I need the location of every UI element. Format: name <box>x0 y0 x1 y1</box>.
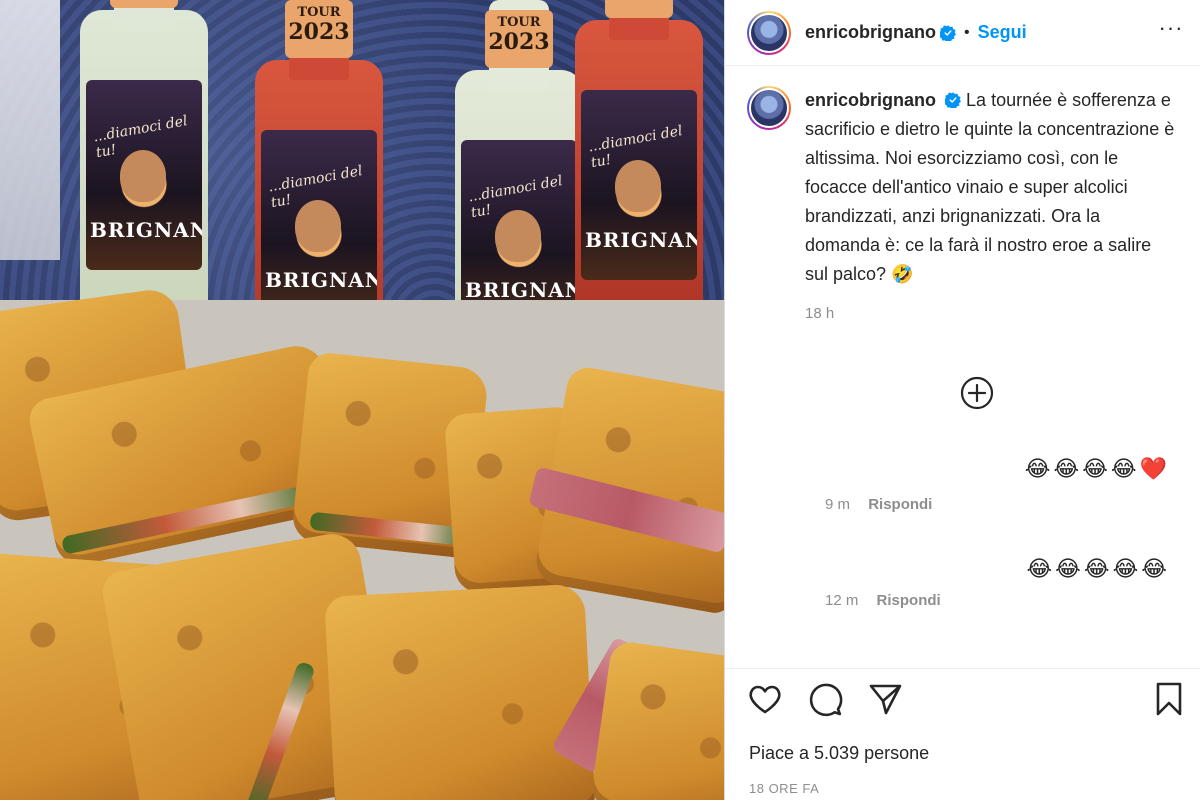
caption-timestamp[interactable]: 18 h <box>805 299 1175 328</box>
comment-item: 😂😂😂😂❤️ 9 m Rispondi <box>825 456 1170 513</box>
comment-meta: 9 m Rispondi <box>825 496 1170 513</box>
avatar[interactable] <box>747 10 791 55</box>
heart-icon[interactable] <box>747 681 783 717</box>
post-caption: enricobrignano La tournée è sofferenza e… <box>747 86 1175 328</box>
bottle-label: ...diamoci del tu! BRIGNANO <box>581 90 697 280</box>
caption-text: La tournée è sofferenza e sacrificio e d… <box>805 90 1175 284</box>
more-options-icon[interactable]: ··· <box>1156 13 1186 43</box>
bottle-portrait <box>120 150 166 202</box>
avatar[interactable] <box>747 86 791 130</box>
bottle-portrait <box>615 160 661 212</box>
verified-badge-icon <box>940 24 957 41</box>
instagram-post: TOUR 2023 ...diamoci del tu! BRIGNANO TO… <box>0 0 1200 800</box>
comments-section[interactable]: enricobrignano La tournée è sofferenza e… <box>725 66 1200 658</box>
bottle-brand-text: BRIGNANO <box>265 268 377 292</box>
bottle-tour-text: TOUR <box>497 15 541 30</box>
caption-username[interactable]: enricobrignano <box>805 90 936 110</box>
post-actions: Piace a 5.039 persone 18 ORE FA <box>725 668 1200 800</box>
bottle-brand-text: BRIGNANO <box>90 218 202 242</box>
post-header: enricobrignano • Segui ··· <box>725 0 1200 66</box>
bottle-label: ...diamoci del tu! BRIGNANO <box>261 130 377 320</box>
verified-badge-icon <box>945 92 962 108</box>
likes-count[interactable]: Piace a 5.039 persone <box>749 743 929 764</box>
follow-button[interactable]: Segui <box>978 22 1027 43</box>
username-link[interactable]: enricobrignano <box>805 22 936 43</box>
comment-emojis: 😂😂😂😂❤️ <box>1024 456 1170 481</box>
comment-timestamp[interactable]: 9 m <box>825 496 850 513</box>
bookmark-icon[interactable] <box>1151 681 1187 717</box>
background-glare <box>0 0 60 260</box>
separator-dot: • <box>964 23 970 41</box>
comment-icon[interactable] <box>807 681 843 717</box>
focaccia-tray <box>0 286 724 800</box>
bottle-brand-text: BRIGNANO <box>465 278 577 302</box>
comment-timestamp[interactable]: 12 m <box>825 592 858 609</box>
reply-button[interactable]: Rispondi <box>877 592 941 609</box>
bottle-brand-text: BRIGNANO <box>585 228 697 252</box>
bottle-tour-label: TOUR 2023 <box>605 0 673 18</box>
comment-emojis: 😂😂😂😂😂 <box>1026 556 1170 581</box>
caption-body: enricobrignano La tournée è sofferenza e… <box>805 86 1175 328</box>
bottle-tour-text: TOUR <box>297 5 341 20</box>
bottle-year-text: 2023 <box>605 0 673 3</box>
action-icons <box>747 681 1187 721</box>
comment-item: 😂😂😂😂😂 12 m Rispondi <box>825 556 1170 609</box>
post-photo[interactable]: TOUR 2023 ...diamoci del tu! BRIGNANO TO… <box>0 0 724 800</box>
avatar-image <box>749 88 789 128</box>
bottle-year-text: 2023 <box>288 19 350 45</box>
focaccia <box>324 583 596 800</box>
bottle-portrait <box>295 200 341 252</box>
comment-meta: 12 m Rispondi <box>825 592 1170 609</box>
avatar-image <box>749 12 789 53</box>
focaccia <box>588 639 724 800</box>
bottle-portrait <box>495 210 541 262</box>
post-sidebar: enricobrignano • Segui ··· enricobrignan… <box>724 0 1200 800</box>
load-more-comments-icon[interactable] <box>960 376 994 410</box>
bottle-label: ...diamoci del tu! BRIGNANO <box>86 80 202 270</box>
share-icon[interactable] <box>867 681 903 717</box>
bottle-tour-label: TOUR 2023 <box>485 10 553 68</box>
reply-button[interactable]: Rispondi <box>868 496 932 513</box>
post-timestamp[interactable]: 18 ORE FA <box>749 781 819 796</box>
bottle-tour-label: TOUR 2023 <box>110 0 178 8</box>
bottle-tour-label: TOUR 2023 <box>285 0 353 58</box>
bottle-year-text: 2023 <box>488 29 550 55</box>
